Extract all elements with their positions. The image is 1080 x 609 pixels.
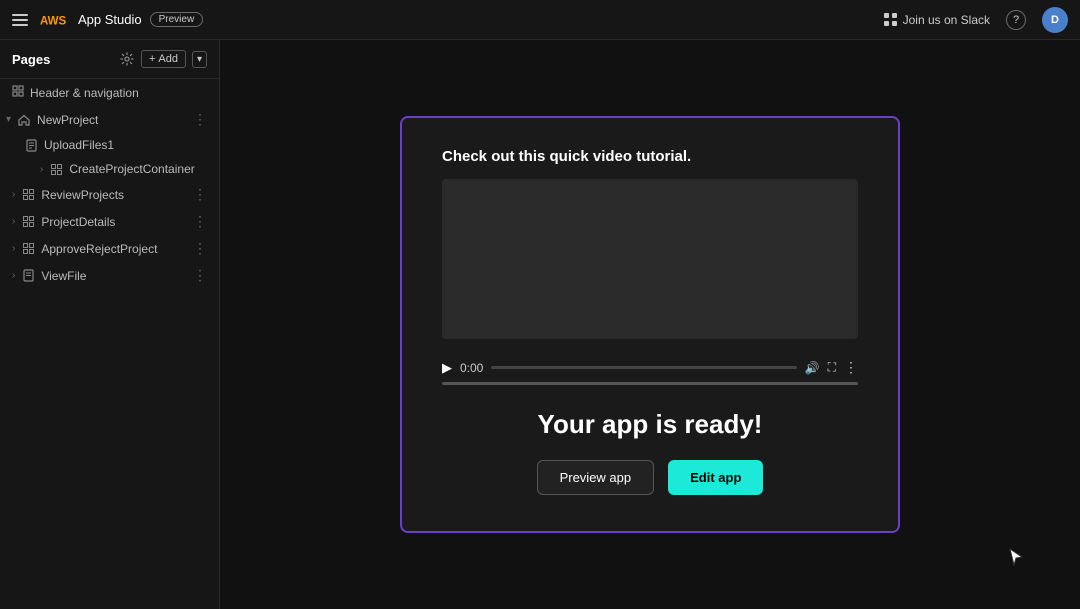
grid-small-icon [49, 162, 63, 176]
video-tutorial-label: Check out this quick video tutorial. [442, 148, 691, 165]
brand-name: App Studio [78, 12, 142, 27]
action-buttons: Preview app Edit app [537, 460, 764, 495]
sidebar-header: Pages + Add ▾ [0, 40, 219, 79]
sidebar-item-projectdetails[interactable]: › ProjectDetails ⋮ [0, 208, 219, 235]
viewfile-label: ViewFile [41, 269, 187, 283]
video-player [442, 179, 858, 339]
add-dropdown-button[interactable]: ▾ [192, 51, 207, 68]
ready-title: Your app is ready! [538, 409, 763, 440]
fullscreen-icon[interactable]: ⛶ [828, 360, 836, 375]
edit-app-button[interactable]: Edit app [668, 460, 763, 495]
sidebar-item-approvereject[interactable]: › ApproveRejectProject ⋮ [0, 235, 219, 262]
progress-bar[interactable] [491, 366, 796, 369]
sidebar-item-reviewprojects[interactable]: › ReviewProjects ⋮ [0, 181, 219, 208]
sidebar-item-uploadfiles[interactable]: UploadFiles1 [0, 133, 219, 157]
logo-area: AWS App Studio [40, 10, 142, 30]
file-icon-2 [21, 269, 35, 283]
grid-icon-4 [21, 242, 35, 256]
chevron-right-icon-3: › [12, 216, 15, 227]
add-label: Add [158, 53, 178, 65]
file-icon [24, 138, 38, 152]
main-layout: Pages + Add ▾ [0, 40, 1080, 609]
header-nav-label: Header & navigation [30, 86, 139, 100]
home-icon [17, 113, 31, 127]
chevron-down-icon: ▾ [6, 114, 11, 125]
grid-icon [12, 85, 24, 100]
reviewprojects-label: ReviewProjects [41, 188, 187, 202]
sidebar-item-createproject[interactable]: › CreateProjectContainer [0, 157, 219, 181]
chevron-right-icon-5: › [12, 270, 15, 281]
approvereject-label: ApproveRejectProject [41, 242, 187, 256]
more-icon-5[interactable]: ⋮ [193, 267, 207, 284]
more-icon-4[interactable]: ⋮ [193, 240, 207, 257]
svg-text:AWS: AWS [40, 15, 67, 27]
play-button[interactable]: ▶ [442, 360, 452, 376]
more-icon-3[interactable]: ⋮ [193, 213, 207, 230]
chevron-right-icon-2: › [12, 189, 15, 200]
sidebar-item-newproject[interactable]: ▾ NewProject ⋮ [0, 106, 219, 133]
topnav-right: Join us on Slack ? D [884, 7, 1068, 33]
cursor-pointer [1006, 547, 1026, 567]
projectdetails-label: ProjectDetails [41, 215, 187, 229]
top-navbar: AWS App Studio Preview Join us on Slack … [0, 0, 1080, 40]
preview-app-button[interactable]: Preview app [537, 460, 655, 495]
grid-icon-3 [21, 215, 35, 229]
chevron-right-icon: › [40, 164, 43, 175]
createproject-label: CreateProjectContainer [69, 162, 207, 176]
video-progress-line [442, 382, 858, 385]
preview-badge: Preview [150, 12, 204, 27]
sidebar-item-viewfile[interactable]: › ViewFile ⋮ [0, 262, 219, 289]
topnav-left: AWS App Studio Preview [12, 10, 203, 30]
hamburger-menu-icon[interactable] [12, 10, 32, 30]
aws-logo: AWS [40, 10, 72, 30]
sidebar-item-header-nav[interactable]: Header & navigation [0, 79, 219, 106]
slack-link-label: Join us on Slack [903, 13, 990, 27]
uploadfiles-label: UploadFiles1 [44, 138, 207, 152]
add-page-button[interactable]: + Add [141, 50, 186, 68]
newproject-label: NewProject [37, 113, 187, 127]
content-area: Check out this quick video tutorial. ▶ 0… [220, 40, 1080, 609]
more-icon[interactable]: ⋮ [193, 111, 207, 128]
plus-icon: + [149, 53, 155, 65]
help-button[interactable]: ? [1006, 10, 1026, 30]
sidebar-title: Pages [12, 52, 113, 67]
grid-icon-2 [21, 188, 35, 202]
slack-icon [884, 13, 898, 27]
more-icon-2[interactable]: ⋮ [193, 186, 207, 203]
ready-modal: Check out this quick video tutorial. ▶ 0… [400, 116, 900, 533]
slack-link[interactable]: Join us on Slack [884, 13, 990, 27]
video-controls: ▶ 0:00 🔊 ⛶ ⋮ [442, 359, 858, 376]
video-more-icon[interactable]: ⋮ [844, 359, 858, 376]
sidebar: Pages + Add ▾ [0, 40, 220, 609]
chevron-right-icon-4: › [12, 243, 15, 254]
gear-icon[interactable] [119, 51, 135, 67]
time-display: 0:00 [460, 361, 483, 375]
user-avatar[interactable]: D [1042, 7, 1068, 33]
volume-icon[interactable]: 🔊 [805, 361, 820, 375]
